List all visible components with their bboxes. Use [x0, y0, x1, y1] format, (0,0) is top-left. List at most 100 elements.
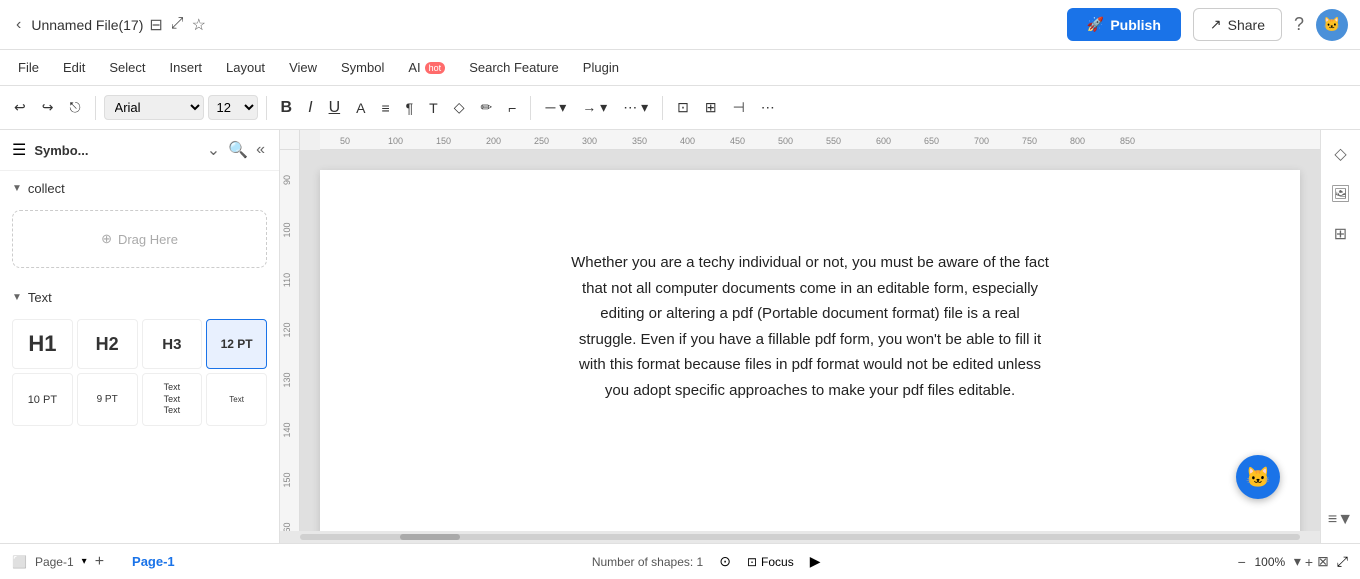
canvas-inner: Whether you are a techy individual or no… [300, 150, 1320, 531]
drag-here-area[interactable]: ⊕ Drag Here [12, 210, 267, 268]
text-box-button[interactable]: T [423, 96, 444, 120]
page-size-icon[interactable]: ⬜ [12, 555, 27, 569]
svg-text:400: 400 [680, 136, 695, 146]
svg-text:500: 500 [778, 136, 793, 146]
right-grid-btn[interactable]: ⊞ [1328, 218, 1353, 250]
fullscreen-button[interactable]: ⤢ [1337, 553, 1348, 570]
drag-here-label: Drag Here [118, 232, 178, 247]
text-style-pt10[interactable]: 10 PT [12, 373, 73, 426]
fit-page-button[interactable]: ⊠ [1317, 553, 1329, 570]
play-btn[interactable]: ▶ [810, 553, 821, 570]
menu-insert[interactable]: Insert [160, 56, 213, 79]
text-style-h3[interactable]: H3 [142, 319, 203, 369]
paragraph-button[interactable]: ¶ [400, 96, 420, 120]
nav-buttons: ‹ [12, 12, 25, 38]
star-icon[interactable]: ☆ [192, 15, 206, 35]
sidebar-menu-icon: ☰ [12, 140, 26, 160]
sidebar-header: ☰ Symbo... ⌄ 🔍 « [0, 130, 279, 171]
underline-button[interactable]: U [323, 95, 347, 121]
text-style-tiny[interactable]: Text [206, 373, 267, 426]
menu-view[interactable]: View [279, 56, 327, 79]
layers-btn[interactable]: ⊙ [719, 553, 731, 570]
share-button[interactable]: ↗ Share [1193, 8, 1282, 41]
scrollbar-track[interactable] [300, 534, 1300, 540]
avatar[interactable]: 🐱 [1316, 9, 1348, 41]
font-size-select[interactable]: 12 10 14 16 18 [208, 95, 258, 120]
back-button[interactable]: ‹ [12, 12, 25, 38]
right-layers-btn[interactable]: ≡▼ [1322, 505, 1359, 535]
publish-button[interactable]: 🚀 Publish [1067, 8, 1181, 41]
svg-text:90: 90 [282, 175, 292, 185]
more-button[interactable]: ⋯ [755, 95, 781, 120]
scrollbar-thumb[interactable] [400, 534, 460, 540]
hot-badge: hot [425, 62, 446, 74]
svg-text:130: 130 [282, 372, 292, 387]
sidebar-title: Symbo... [34, 143, 196, 158]
border-style-button[interactable]: ⋯ ▾ [617, 95, 654, 120]
undo-button[interactable]: ↩ [8, 95, 32, 120]
text-style-h2[interactable]: H2 [77, 319, 138, 369]
menu-ai[interactable]: AI hot [398, 56, 455, 79]
format-clear-button[interactable]: ⎋ [63, 95, 86, 120]
zoom-control: − 100% ▾ + ⊠ [1238, 553, 1329, 570]
share-icon: ↗ [1210, 16, 1222, 33]
single-page-button[interactable]: ⊡ [671, 95, 695, 120]
text-align-button[interactable]: ≡ [375, 96, 395, 120]
svg-text:150: 150 [282, 472, 292, 487]
focus-mode-btn[interactable]: ⊡ Focus [747, 555, 794, 569]
collect-chevron-icon: ▼ [12, 183, 22, 194]
font-family-select[interactable]: Arial Helvetica Times New Roman [104, 95, 204, 120]
h2-label: H2 [96, 334, 119, 355]
text-style-pt12[interactable]: 12 PT [206, 319, 267, 369]
paint-button[interactable]: ◇ [448, 95, 471, 120]
font-color-button[interactable]: A [350, 96, 371, 120]
arrow-style-button[interactable]: → ▾ [576, 95, 613, 120]
menu-select[interactable]: Select [99, 56, 155, 79]
help-icon[interactable]: ? [1294, 14, 1304, 35]
right-annotations-btn[interactable]: ◇ [1328, 138, 1352, 170]
page-name-chevron[interactable]: ▾ [82, 556, 87, 567]
export-icon[interactable]: ⤢ [171, 15, 184, 35]
toolbar-separator-1 [95, 96, 96, 120]
tiny-label: Text [229, 395, 244, 404]
menu-file[interactable]: File [8, 56, 49, 79]
title-bar: ‹ Unnamed File(17) ⊟ ⤢ ☆ 🚀 Publish ↗ Sha… [0, 0, 1360, 50]
redo-button[interactable]: ↪ [36, 95, 60, 120]
ruler-row: 50 100 150 200 250 300 350 400 450 500 5… [280, 130, 1320, 150]
menu-layout[interactable]: Layout [216, 56, 275, 79]
canvas-container[interactable]: Whether you are a techy individual or no… [300, 150, 1320, 531]
menu-symbol[interactable]: Symbol [331, 56, 394, 79]
menu-edit[interactable]: Edit [53, 56, 95, 79]
ruler-left: 90 100 110 120 130 140 150 160 [280, 150, 300, 531]
zoom-out-button[interactable]: − [1238, 554, 1246, 570]
toolbar-separator-4 [662, 96, 663, 120]
text-section-header[interactable]: ▼ Text [0, 284, 279, 311]
text-style-small[interactable]: Text Text Text [142, 373, 203, 426]
italic-button[interactable]: I [302, 95, 318, 121]
text-style-h1[interactable]: H1 [12, 319, 73, 369]
double-page-button[interactable]: ⊞ [699, 95, 723, 120]
zoom-in-button[interactable]: + [1305, 554, 1313, 570]
shape-button[interactable]: ⌐ [502, 96, 522, 120]
pen-button[interactable]: ✏ [475, 95, 499, 120]
sidebar-collapse-btn[interactable]: « [254, 138, 267, 162]
text-style-pt9[interactable]: 9 PT [77, 373, 138, 426]
sidebar-search-btn[interactable]: 🔍 [226, 138, 250, 162]
current-page-container: Page-1 [132, 554, 175, 569]
menu-search-feature[interactable]: Search Feature [459, 56, 569, 79]
add-page-button[interactable]: + [95, 553, 104, 571]
svg-text:750: 750 [1022, 136, 1037, 146]
svg-text:250: 250 [534, 136, 549, 146]
collect-section-header[interactable]: ▼ collect [0, 175, 279, 202]
bold-button[interactable]: B [275, 95, 299, 121]
zoom-dropdown-button[interactable]: ▾ [1294, 553, 1301, 570]
ai-assistant-bubble[interactable]: 🐱 [1236, 455, 1280, 499]
right-image-btn[interactable]: 🖼 [1324, 178, 1356, 210]
sidebar-chevron-btn[interactable]: ⌄ [205, 138, 222, 162]
pages-icon[interactable]: ⊟ [149, 15, 162, 35]
align-left-button[interactable]: ⊣ [727, 95, 751, 120]
toolbar-separator-3 [530, 96, 531, 120]
menu-plugin[interactable]: Plugin [573, 56, 629, 79]
line-style-button[interactable]: ─ ▾ [539, 95, 572, 120]
pt9-label: 9 PT [97, 394, 118, 405]
